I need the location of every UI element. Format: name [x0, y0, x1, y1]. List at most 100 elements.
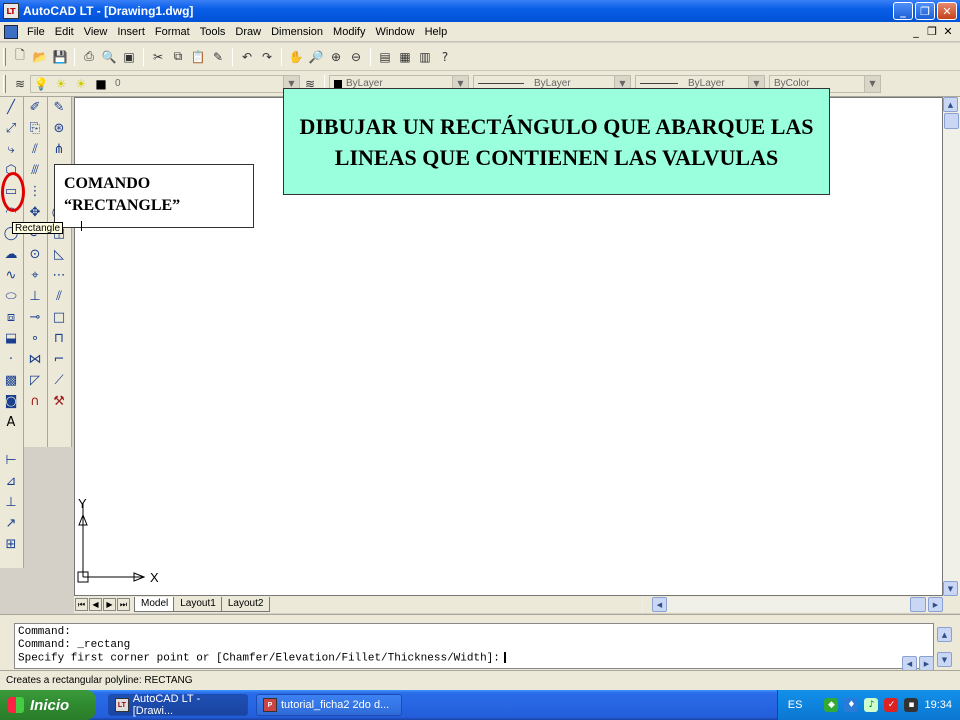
snap-extension-icon[interactable]: ⋯: [48, 265, 70, 286]
menu-dimension[interactable]: Dimension: [266, 26, 328, 38]
antivirus-icon[interactable]: ✓: [884, 698, 899, 712]
paste-icon[interactable]: 📋: [189, 48, 207, 66]
zoom-realtime-icon[interactable]: 🔎: [307, 48, 325, 66]
properties-icon[interactable]: ▤: [376, 48, 394, 66]
region-icon[interactable]: ◙: [0, 391, 22, 412]
text-icon[interactable]: A: [0, 412, 22, 433]
app-tray-icon[interactable]: ▪: [904, 698, 919, 712]
tolerance-icon[interactable]: ⊞: [0, 534, 22, 555]
menu-help[interactable]: Help: [420, 26, 453, 38]
scroll-thumb[interactable]: [944, 113, 959, 129]
stretch-icon[interactable]: ⌖: [24, 265, 46, 286]
publish-icon[interactable]: ▣: [120, 48, 138, 66]
menu-insert[interactable]: Insert: [112, 26, 150, 38]
tab-layout2[interactable]: Layout2: [220, 597, 271, 612]
cmd-scroll-up-icon[interactable]: ▲: [937, 627, 952, 642]
extend-icon[interactable]: ⊸: [24, 307, 46, 328]
language-indicator[interactable]: ES: [788, 699, 803, 711]
join-icon[interactable]: ⋈: [24, 349, 46, 370]
new-icon[interactable]: 🗋: [11, 48, 29, 66]
scroll-left-icon[interactable]: ◀: [652, 597, 667, 612]
spline-icon[interactable]: ∿: [0, 265, 22, 286]
doc-close-icon[interactable]: ✕: [942, 25, 954, 38]
snap-insert-icon[interactable]: □: [48, 307, 70, 328]
last-tab-icon[interactable]: ⏭: [117, 598, 130, 611]
hatch-icon[interactable]: ▩: [0, 370, 22, 391]
close-button[interactable]: ✕: [937, 2, 957, 20]
menu-window[interactable]: Window: [370, 26, 419, 38]
quick-leader-icon[interactable]: ↗: [0, 513, 22, 534]
layer-dropdown[interactable]: 💡 ☀ ☀ ■ 0 ▼: [30, 74, 300, 93]
undo-icon[interactable]: ↶: [238, 48, 256, 66]
help-icon[interactable]: ?: [436, 48, 454, 66]
next-tab-icon[interactable]: ▶: [103, 598, 116, 611]
taskbar-document-button[interactable]: P tutorial_ficha2 2do d...: [256, 694, 402, 716]
construction-line-icon[interactable]: ⤢: [0, 118, 22, 139]
snap-nearest-icon[interactable]: ⟋: [48, 370, 70, 391]
vertical-scrollbar[interactable]: ▲ ▼: [943, 97, 960, 596]
trim-icon[interactable]: ⊥: [24, 286, 46, 307]
prev-tab-icon[interactable]: ◀: [89, 598, 102, 611]
start-button[interactable]: Inicio: [0, 690, 96, 720]
array-icon[interactable]: ⋮: [24, 181, 46, 202]
zoom-window-icon[interactable]: ⊕: [327, 48, 345, 66]
taskbar-autocad-button[interactable]: LT AutoCAD LT - [Drawi...: [108, 693, 248, 717]
plot-icon[interactable]: ⎙: [80, 48, 98, 66]
toolbar-grip[interactable]: [3, 74, 6, 93]
command-prompt[interactable]: Specify first corner point or [Chamfer/E…: [18, 652, 500, 664]
copy-object-icon[interactable]: ⎘: [24, 118, 46, 139]
menu-file[interactable]: File: [22, 26, 50, 38]
open-icon[interactable]: 📂: [31, 48, 49, 66]
tab-layout1[interactable]: Layout1: [173, 597, 223, 612]
match-properties-icon[interactable]: ✎: [209, 48, 227, 66]
document-icon[interactable]: [4, 24, 18, 39]
fillet-icon[interactable]: ⌐: [48, 349, 70, 370]
zoom-previous-icon[interactable]: ⊖: [347, 48, 365, 66]
pan-icon[interactable]: ✋: [287, 48, 305, 66]
horizontal-scrollbar[interactable]: ◀ ▶: [652, 597, 943, 612]
ellipse-icon[interactable]: ⬭: [0, 286, 22, 307]
explode-icon[interactable]: ∩: [24, 391, 46, 412]
toolbar-grip[interactable]: [3, 47, 6, 66]
move-icon[interactable]: ✥: [24, 202, 46, 223]
minimize-button[interactable]: _: [893, 2, 913, 20]
tool-palettes-icon[interactable]: ▥: [416, 48, 434, 66]
menu-view[interactable]: View: [79, 26, 113, 38]
pencil-icon[interactable]: ✎: [48, 97, 70, 118]
command-history[interactable]: Command: Command: _rectang Specify first…: [14, 623, 934, 669]
first-tab-icon[interactable]: ⏮: [75, 598, 88, 611]
redo-icon[interactable]: ↷: [258, 48, 276, 66]
snap-tangent-icon[interactable]: ◺: [48, 244, 70, 265]
menu-draw[interactable]: Draw: [230, 26, 266, 38]
copy-icon[interactable]: ⧉: [169, 48, 187, 66]
preview-icon[interactable]: 🔍: [100, 48, 118, 66]
aligned-dimension-icon[interactable]: ⊿: [0, 471, 22, 492]
linear-dimension-icon[interactable]: ⊢: [0, 450, 22, 471]
snap-parallel-icon[interactable]: ⫽: [48, 286, 70, 307]
security-icon[interactable]: ♦: [844, 698, 859, 712]
menu-edit[interactable]: Edit: [50, 26, 79, 38]
chevron-down-icon[interactable]: ▼: [864, 75, 880, 92]
scroll-right-icon[interactable]: ▶: [928, 597, 943, 612]
insert-block-icon[interactable]: ⧈: [0, 307, 22, 328]
menu-tools[interactable]: Tools: [195, 26, 231, 38]
scale-icon[interactable]: ⊙: [24, 244, 46, 265]
break-icon[interactable]: ∘: [24, 328, 46, 349]
volume-icon[interactable]: ♪: [864, 698, 879, 712]
point-icon[interactable]: ·: [0, 349, 22, 370]
menu-modify[interactable]: Modify: [328, 26, 370, 38]
cmd-scroll-left-icon[interactable]: ◀: [902, 656, 917, 671]
chamfer-icon[interactable]: ◸: [24, 370, 46, 391]
snap-from-icon[interactable]: ⊛: [48, 118, 70, 139]
revision-cloud-icon[interactable]: ☁: [0, 244, 22, 265]
mirror-icon[interactable]: ⫽: [24, 139, 46, 160]
line-icon[interactable]: ╱: [0, 97, 22, 118]
cut-icon[interactable]: ✂: [149, 48, 167, 66]
snap-perpendicular-icon[interactable]: ⊓: [48, 328, 70, 349]
scroll-up-icon[interactable]: ▲: [943, 97, 958, 112]
make-block-icon[interactable]: ⬓: [0, 328, 22, 349]
polyline-icon[interactable]: ⤷: [0, 139, 22, 160]
doc-restore-icon[interactable]: ❐: [926, 25, 938, 38]
doc-minimize-icon[interactable]: _: [910, 25, 922, 38]
layer-manager-icon[interactable]: ≋: [11, 75, 29, 93]
